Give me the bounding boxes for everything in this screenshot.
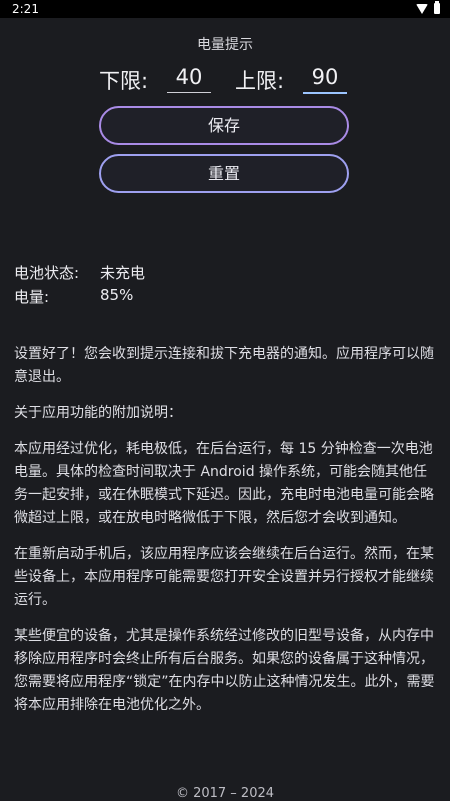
status-time: 2:21 [12,2,39,16]
lower-limit-label: 下限: [99,69,149,93]
upper-limit-label: 上限: [235,69,285,93]
info-paragraph-optimization: 本应用经过优化，耗电极低，在后台运行，每 15 分钟检查一次电池电量。具体的检查… [14,441,434,526]
battery-status-value: 未充电 [100,264,146,282]
wifi-icon [416,3,428,14]
save-button[interactable]: 保存 [99,106,349,145]
info-text: 设置好了！您会收到提示连接和拔下充电器的通知。应用程序可以随意退出。 关于应用功… [14,343,438,730]
info-paragraph-restart: 在重新启动手机后，该应用程序应该会继续在后台运行。然而，在某些设备上，本应用程序… [14,546,434,608]
status-icons [416,1,440,14]
battery-level-value: 85% [100,286,134,304]
status-bar: 2:21 [0,0,450,18]
battery-status-label: 电池状态: [14,264,80,282]
info-paragraph-setup: 设置好了！您会收到提示连接和拔下充电器的通知。应用程序可以随意退出。 [14,346,434,385]
lower-limit-input[interactable] [167,62,211,93]
battery-status-row: 电池状态: 未充电 [14,262,314,286]
battery-status-section: 电池状态: 未充电 电量: 85% [14,262,314,310]
copyright-footer: © 2017 – 2024 [175,786,275,801]
info-paragraph-cheap-devices: 某些便宜的设备，尤其是操作系统经过修改的旧型号设备，从内存中移除应用程序时会终止… [14,628,435,713]
upper-limit-input[interactable] [303,62,347,94]
reset-button[interactable]: 重置 [99,154,349,193]
battery-level-label: 电量: [14,288,50,306]
info-paragraph-heading: 关于应用功能的附加说明： [14,405,182,421]
battery-level-row: 电量: 85% [14,286,314,310]
limits-row: 下限: 上限: [0,62,450,98]
page-title: 电量提示 [197,37,253,53]
battery-icon [434,1,440,14]
